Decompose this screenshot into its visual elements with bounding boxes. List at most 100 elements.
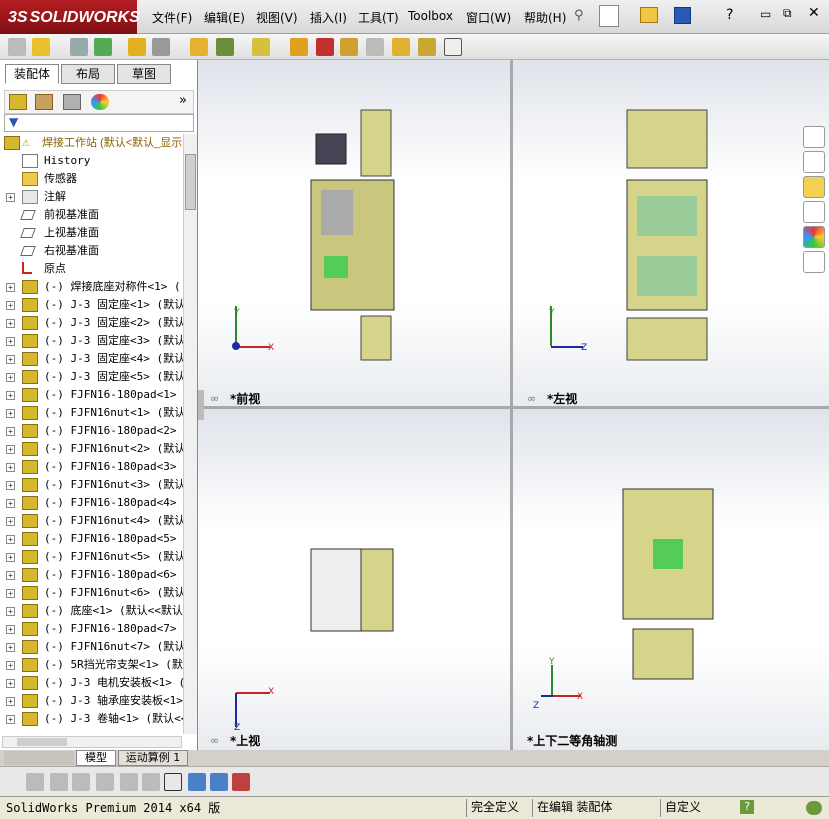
- status-units[interactable]: 自定义: [660, 799, 722, 817]
- tree-horizontal-scrollbar[interactable]: [2, 736, 182, 748]
- restore-window-icon[interactable]: ⧉: [783, 6, 792, 21]
- tree-item[interactable]: + (-) 底座<1> (默认<<默认: [0, 602, 183, 620]
- viewport-front[interactable]: Y X ∞ *前视: [198, 60, 510, 406]
- paperclip-icon[interactable]: [70, 38, 88, 56]
- tree-item[interactable]: + (-) FJFN16-180pad<4> (默: [0, 494, 183, 512]
- assembly-features-icon[interactable]: [252, 38, 270, 56]
- expand-toggle-icon[interactable]: +: [6, 427, 15, 436]
- custom-properties-icon[interactable]: [803, 251, 825, 273]
- contact-icon[interactable]: [120, 773, 138, 791]
- timeline-icon[interactable]: [26, 773, 44, 791]
- tab-scroll-arrows[interactable]: [4, 751, 74, 765]
- expand-toggle-icon[interactable]: +: [6, 283, 15, 292]
- expand-toggle-icon[interactable]: +: [6, 553, 15, 562]
- instant3d-icon[interactable]: [444, 38, 462, 56]
- mate-icon[interactable]: [94, 38, 112, 56]
- tree-item[interactable]: 传感器: [0, 170, 183, 188]
- tree-item[interactable]: + 注解: [0, 188, 183, 206]
- expand-toggle-icon[interactable]: +: [6, 697, 15, 706]
- graphics-area[interactable]: ⌕ ⌕ ◎ ▣ ◫ ▭ ⧉ ✕ Y X ∞ *前视: [198, 60, 829, 750]
- expand-toggle-icon[interactable]: +: [6, 193, 15, 202]
- viewport-left[interactable]: Y Z ∞ *左视: [513, 60, 829, 406]
- expand-toggle-icon[interactable]: +: [6, 517, 15, 526]
- tree-item[interactable]: + (-) 5R挡光帘支架<1> (默: [0, 656, 183, 674]
- tree-item[interactable]: + (-) J-3 固定座<2> (默认: [0, 314, 183, 332]
- results-plot-icon[interactable]: [164, 773, 182, 791]
- open-folder-icon[interactable]: [640, 7, 658, 23]
- tree-item[interactable]: 前视基准面: [0, 206, 183, 224]
- close-window-icon[interactable]: ✕: [808, 5, 820, 21]
- tree-filter-input[interactable]: ▼: [4, 114, 194, 132]
- insert-component-icon[interactable]: [32, 38, 50, 56]
- tree-item[interactable]: + (-) J-3 固定座<3> (默认: [0, 332, 183, 350]
- help-question-icon[interactable]: ?: [726, 7, 733, 23]
- tree-item[interactable]: + (-) FJFN16nut<6> (默认<: [0, 584, 183, 602]
- tab-layout[interactable]: 布局: [61, 64, 115, 84]
- menu-tools[interactable]: 工具(T): [358, 9, 399, 26]
- expand-toggle-icon[interactable]: +: [6, 715, 15, 724]
- tree-item[interactable]: + (-) J-3 固定座<1> (默认: [0, 296, 183, 314]
- expand-toggle-icon[interactable]: +: [6, 373, 15, 382]
- tree-item[interactable]: + (-) J-3 卷轴<1> (默认<<: [0, 710, 183, 728]
- collapse-manager-icon[interactable]: [210, 773, 228, 791]
- reference-geometry-icon[interactable]: [290, 38, 308, 56]
- appearances-icon[interactable]: [803, 226, 825, 248]
- menu-edit[interactable]: 编辑(E): [204, 9, 245, 26]
- tree-item[interactable]: + (-) J-3 固定座<5> (默认: [0, 368, 183, 386]
- expand-toggle-icon[interactable]: +: [6, 409, 15, 418]
- file-explorer-icon[interactable]: [803, 176, 825, 198]
- explode-line-sketch-icon[interactable]: [392, 38, 410, 56]
- tree-item[interactable]: 右视基准面: [0, 242, 183, 260]
- tree-item[interactable]: + (-) FJFN16-180pad<5> (默: [0, 530, 183, 548]
- expand-toggle-icon[interactable]: +: [6, 661, 15, 670]
- view-palette-icon[interactable]: [803, 201, 825, 223]
- tree-item[interactable]: + (-) FJFN16-180pad<6> (默: [0, 566, 183, 584]
- status-help-icon[interactable]: ?: [740, 800, 754, 814]
- tree-item[interactable]: + (-) FJFN16nut<1> (默认<: [0, 404, 183, 422]
- show-hidden-icon[interactable]: [216, 38, 234, 56]
- tree-item[interactable]: + (-) FJFN16-180pad<7> (默: [0, 620, 183, 638]
- spring-icon[interactable]: [96, 773, 114, 791]
- menu-toolbox[interactable]: Toolbox: [408, 9, 453, 23]
- tree-vertical-scrollbar[interactable]: [183, 134, 197, 734]
- menu-view[interactable]: 视图(V): [256, 9, 298, 26]
- expand-toggle-icon[interactable]: +: [6, 607, 15, 616]
- expand-toggle-icon[interactable]: +: [6, 625, 15, 634]
- tree-item[interactable]: + (-) J-3 轴承座安装板<1>: [0, 692, 183, 710]
- save-icon[interactable]: [674, 7, 691, 24]
- menu-window[interactable]: 窗口(W): [466, 9, 511, 26]
- motion-study-properties-icon[interactable]: [188, 773, 206, 791]
- tree-item[interactable]: + (-) FJFN16-180pad<3> (默: [0, 458, 183, 476]
- status-tray-icon[interactable]: [806, 801, 822, 815]
- expand-toggle-icon[interactable]: +: [6, 463, 15, 472]
- tree-item[interactable]: + (-) J-3 固定座<4> (默认: [0, 350, 183, 368]
- tree-item[interactable]: + (-) FJFN16nut<7> (默认<: [0, 638, 183, 656]
- bill-of-materials-icon[interactable]: [340, 38, 358, 56]
- tree-item[interactable]: + (-) J-3 电机安装板<1> (: [0, 674, 183, 692]
- design-library-icon[interactable]: [803, 151, 825, 173]
- tree-item[interactable]: + (-) FJFN16-180pad<2> (默: [0, 422, 183, 440]
- tab-motion-study[interactable]: 运动算例 1: [118, 750, 188, 766]
- tree-item[interactable]: + (-) FJFN16nut<5> (默认<: [0, 548, 183, 566]
- expand-toggle-icon[interactable]: +: [6, 499, 15, 508]
- tree-item[interactable]: 上视基准面: [0, 224, 183, 242]
- component-pattern-icon[interactable]: [128, 38, 146, 56]
- tree-item[interactable]: History: [0, 152, 183, 170]
- tab-assembly[interactable]: 装配体: [5, 64, 59, 84]
- tree-root-assembly[interactable]: ⚠ 焊接工作站 (默认<默认_显示状态-1>): [0, 134, 183, 152]
- viewport-top[interactable]: X Z ∞ *上视: [198, 409, 510, 750]
- tree-item[interactable]: + (-) FJFN16nut<3> (默认<: [0, 476, 183, 494]
- viewport-isometric[interactable]: Y X Z *上下二等角轴测: [513, 409, 829, 750]
- expand-toggle-icon[interactable]: +: [6, 355, 15, 364]
- tree-item[interactable]: + (-) 焊接底座对称件<1> (: [0, 278, 183, 296]
- solidworks-logo[interactable]: 3S SOLIDWORKS: [0, 0, 140, 34]
- expand-panel-icon[interactable]: »: [179, 93, 187, 108]
- expand-toggle-icon[interactable]: +: [6, 679, 15, 688]
- filter-icon[interactable]: ▼: [9, 115, 18, 129]
- gravity-icon[interactable]: [142, 773, 160, 791]
- expand-toggle-icon[interactable]: +: [6, 445, 15, 454]
- interference-detection-icon[interactable]: [418, 38, 436, 56]
- new-document-icon[interactable]: [599, 5, 619, 27]
- display-manager-icon[interactable]: [91, 94, 109, 110]
- motor-icon[interactable]: [72, 773, 90, 791]
